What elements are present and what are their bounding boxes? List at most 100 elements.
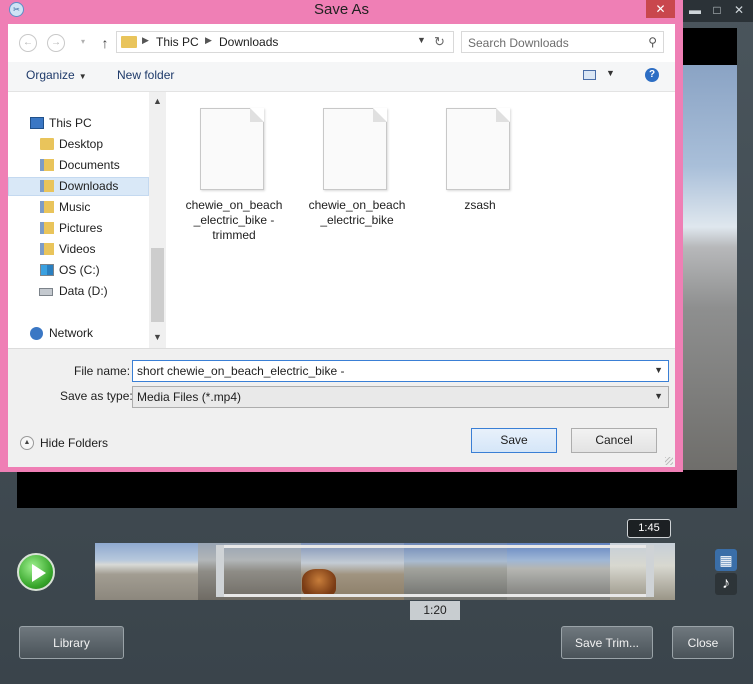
up-icon[interactable]: ↑ [98, 33, 112, 53]
command-bar: Organize ▼ New folder ▼ ? [8, 62, 675, 92]
nav-item-label: OS (C:) [59, 263, 100, 277]
scroll-down-icon[interactable]: ▼ [149, 330, 166, 344]
breadcrumb-separator-icon: ▶ [142, 35, 149, 45]
film-icon[interactable]: ▦ [715, 549, 737, 571]
breadcrumb-this-pc[interactable]: This PC [156, 35, 199, 49]
document-icon [446, 108, 510, 190]
nav-item-label: Downloads [59, 179, 119, 193]
save-form: File name: ▼ Save as type: Media Files (… [8, 348, 675, 467]
recent-locations-icon[interactable]: ▾ [74, 34, 92, 52]
forward-icon[interactable]: → [47, 34, 65, 52]
library-button[interactable]: Library [19, 626, 124, 659]
address-bar-row: ← → ▾ ↑ ▶ This PC ▶ Downloads ▼ ↻ ⚲ [8, 24, 675, 62]
maximize-icon[interactable]: □ [710, 3, 724, 17]
nav-item-label: Desktop [59, 137, 104, 151]
nav-item-this-pc[interactable]: This PC [8, 114, 149, 133]
file-name-field[interactable]: ▼ [132, 360, 669, 382]
search-input[interactable] [466, 34, 640, 52]
nav-item-label: Pictures [59, 221, 103, 235]
file-name-input[interactable] [137, 363, 637, 379]
chevron-down-icon[interactable]: ▼ [417, 35, 426, 45]
trim-end-handle[interactable] [646, 545, 654, 597]
dialog-close-button[interactable]: ✕ [646, 0, 675, 18]
refresh-icon[interactable]: ↻ [434, 34, 445, 50]
file-item[interactable]: chewie_on_beach _electric_bike - trimmed [184, 102, 284, 242]
file-name-label: File name: [74, 364, 131, 378]
network-icon [30, 327, 43, 340]
folder-icon [40, 159, 54, 171]
scroll-thumb[interactable] [151, 248, 164, 322]
nav-item-videos[interactable]: Videos [8, 240, 149, 259]
save-button[interactable]: Save [471, 428, 557, 453]
chevron-down-icon: ▼ [654, 391, 663, 401]
dialog-body: ← → ▾ ↑ ▶ This PC ▶ Downloads ▼ ↻ ⚲ Orga… [8, 24, 675, 467]
dialog-title: Save As [313, 1, 370, 18]
navigation-pane: This PC Desktop Documents Downloads Musi… [8, 92, 166, 348]
save-type-label: Save as type: [60, 389, 133, 403]
scroll-up-icon[interactable]: ▲ [149, 94, 166, 108]
nav-item-label: Videos [59, 242, 96, 256]
chevron-up-icon: ▲ [20, 436, 34, 450]
video-frame-image [683, 65, 737, 470]
trim-selection[interactable] [218, 545, 652, 597]
file-name: chewie_on_beach _electric_bike - trimmed [185, 198, 283, 242]
chevron-down-icon[interactable]: ▼ [606, 68, 615, 78]
view-options-icon[interactable] [583, 70, 596, 80]
nav-item-network[interactable]: Network [8, 324, 149, 343]
close-icon[interactable]: ✕ [732, 3, 746, 17]
chevron-down-icon[interactable]: ▼ [654, 365, 663, 375]
folder-icon [40, 138, 54, 150]
nav-item-label: Documents [59, 158, 120, 172]
music-note-icon[interactable]: ♪ [715, 573, 737, 595]
end-time-label: 1:45 [627, 519, 671, 538]
trim-start-handle[interactable] [216, 545, 224, 597]
breadcrumb-separator-icon: ▶ [205, 35, 212, 45]
filmstrip-frame [95, 543, 198, 600]
nav-scrollbar[interactable]: ▲ ▼ [149, 92, 166, 348]
folder-icon [40, 180, 54, 192]
file-name: chewie_on_beach _electric_bike [308, 198, 406, 227]
nav-item-music[interactable]: Music [8, 198, 149, 217]
document-icon [200, 108, 264, 190]
chevron-down-icon: ▼ [78, 72, 87, 81]
search-icon[interactable]: ⚲ [648, 35, 657, 49]
nav-item-desktop[interactable]: Desktop [8, 135, 149, 154]
help-icon[interactable]: ? [645, 68, 659, 82]
hide-folders-label: Hide Folders [40, 436, 109, 450]
minimize-icon[interactable]: ▬ [688, 3, 702, 17]
play-button[interactable] [17, 553, 55, 591]
search-box[interactable]: ⚲ [461, 31, 664, 53]
save-type-value: Media Files (*.mp4) [137, 390, 242, 404]
nav-item-label: Network [49, 326, 94, 340]
file-list: chewie_on_beach _electric_bike - trimmed… [166, 92, 675, 348]
computer-icon [30, 117, 44, 129]
nav-item-label: Music [59, 200, 91, 214]
save-as-dialog: ✂ Save As ✕ ← → ▾ ↑ ▶ This PC ▶ Download… [0, 0, 683, 472]
start-time-label: 1:20 [410, 601, 460, 620]
organize-menu[interactable]: Organize ▼ [26, 68, 87, 82]
file-item[interactable]: chewie_on_beach _electric_bike [307, 102, 407, 242]
nav-item-documents[interactable]: Documents [8, 156, 149, 175]
folder-icon [40, 201, 54, 213]
resize-grip[interactable] [665, 457, 673, 465]
nav-item-data-d[interactable]: Data (D:) [8, 282, 149, 301]
drive-icon [39, 288, 53, 296]
new-folder-button[interactable]: New folder [117, 68, 174, 82]
nav-item-label: This PC [49, 116, 92, 130]
file-item[interactable]: zsash [430, 102, 530, 242]
address-bar[interactable]: ▶ This PC ▶ Downloads ▼ ↻ [116, 31, 454, 53]
folder-icon [121, 36, 137, 48]
cancel-button[interactable]: Cancel [571, 428, 657, 453]
app-titlebar: ▬ □ ✕ [680, 0, 753, 22]
save-type-select[interactable]: Media Files (*.mp4) ▼ [132, 386, 669, 408]
nav-item-downloads[interactable]: Downloads [8, 177, 149, 196]
windows-drive-icon [40, 264, 54, 276]
folder-icon [40, 243, 54, 255]
nav-item-pictures[interactable]: Pictures [8, 219, 149, 238]
breadcrumb-downloads[interactable]: Downloads [219, 35, 278, 49]
back-icon[interactable]: ← [19, 34, 37, 52]
save-trim-button[interactable]: Save Trim... [561, 626, 653, 659]
close-button[interactable]: Close [672, 626, 734, 659]
folder-icon [40, 222, 54, 234]
nav-item-os-c[interactable]: OS (C:) [8, 261, 149, 280]
